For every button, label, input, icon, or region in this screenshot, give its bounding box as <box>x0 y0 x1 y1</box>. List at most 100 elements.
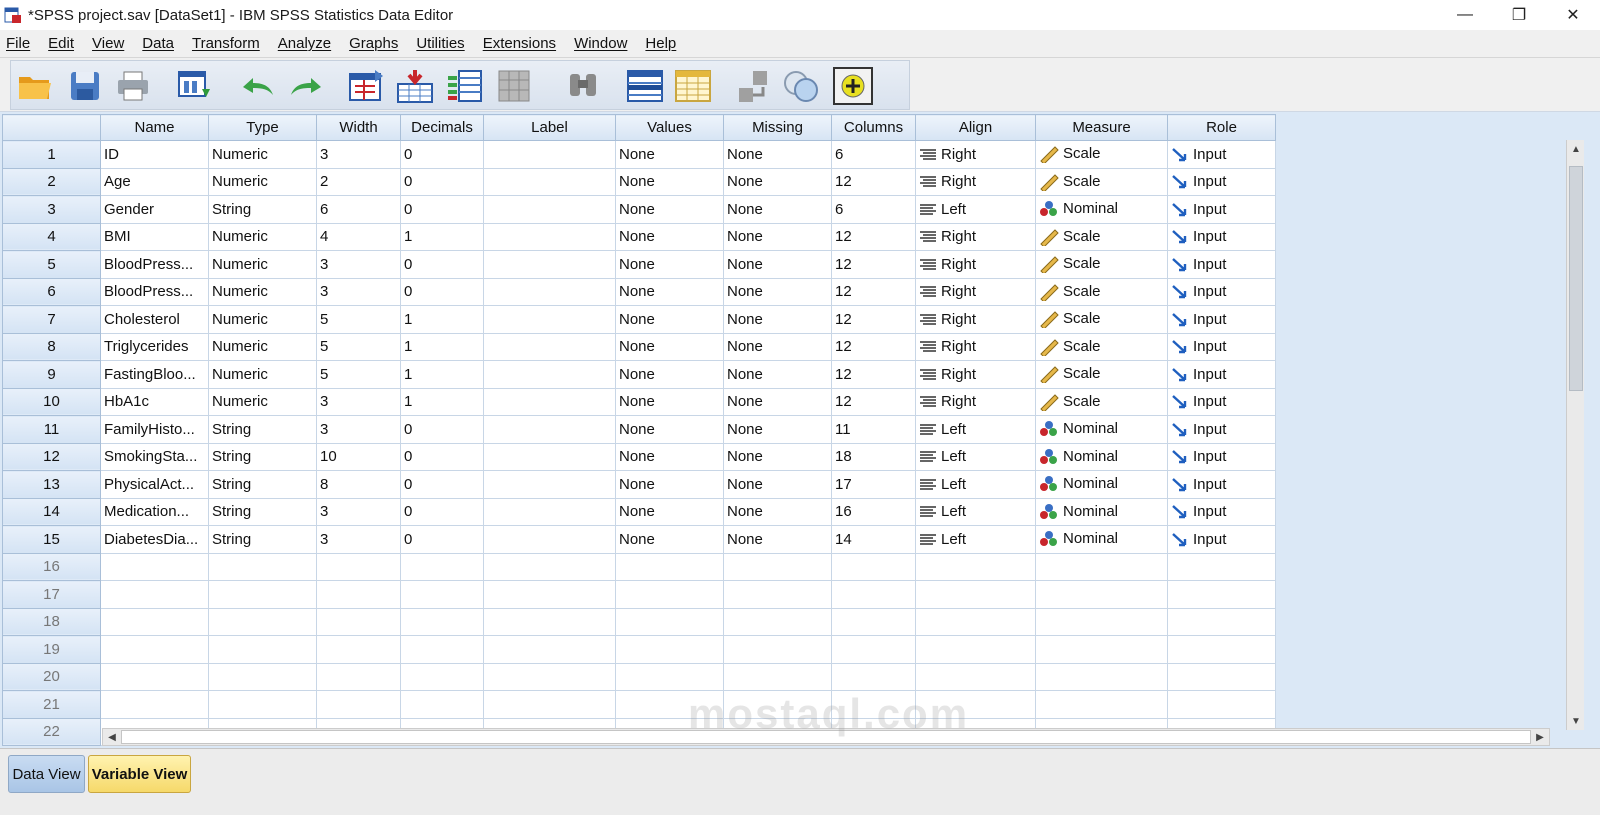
cell-name[interactable] <box>100 607 209 636</box>
cell-role[interactable] <box>1167 552 1276 581</box>
cell-align[interactable]: Right <box>915 360 1036 389</box>
cell-name[interactable] <box>100 580 209 609</box>
cell-decimals[interactable]: 1 <box>400 222 484 251</box>
cell-width[interactable]: 3 <box>316 497 401 526</box>
cell-missing[interactable]: None <box>723 470 832 499</box>
cell-name[interactable] <box>100 635 209 664</box>
cell-label[interactable] <box>483 222 616 251</box>
menu-extensions[interactable]: Extensions <box>477 35 568 52</box>
cell-measure[interactable] <box>1035 607 1168 636</box>
cell-align[interactable]: Left <box>915 195 1036 224</box>
cell-decimals[interactable]: 1 <box>400 387 484 416</box>
cell-decimals[interactable]: 0 <box>400 415 484 444</box>
cell-missing[interactable]: None <box>723 360 832 389</box>
column-header-type[interactable]: Type <box>208 114 317 141</box>
cell-label[interactable] <box>483 525 616 554</box>
cell-values[interactable]: None <box>615 497 724 526</box>
cell-decimals[interactable]: 1 <box>400 305 484 334</box>
cell-missing[interactable]: None <box>723 250 832 279</box>
cell-width[interactable] <box>316 607 401 636</box>
cell-columns[interactable] <box>831 607 916 636</box>
cell-measure[interactable]: Scale <box>1035 250 1168 279</box>
cell-name[interactable]: BloodPress... <box>100 250 209 279</box>
cell-columns[interactable]: 12 <box>831 332 916 361</box>
cell-type[interactable]: String <box>208 415 317 444</box>
cell-align[interactable]: Left <box>915 442 1036 471</box>
cell-align[interactable]: Right <box>915 222 1036 251</box>
vertical-scrollbar[interactable]: ▲ ▼ <box>1566 140 1584 730</box>
cell-label[interactable] <box>483 167 616 196</box>
row-number[interactable]: 2 <box>2 167 101 196</box>
cell-role[interactable]: Input <box>1167 140 1276 169</box>
cell-width[interactable]: 6 <box>316 195 401 224</box>
column-header-measure[interactable]: Measure <box>1035 114 1168 141</box>
row-number[interactable]: 1 <box>2 140 101 169</box>
cell-values[interactable]: None <box>615 525 724 554</box>
tab-data-view[interactable]: Data View <box>8 755 85 793</box>
cell-align[interactable]: Left <box>915 525 1036 554</box>
cell-width[interactable]: 3 <box>316 525 401 554</box>
cell-align[interactable]: Left <box>915 470 1036 499</box>
cell-width[interactable]: 2 <box>316 167 401 196</box>
cell-role[interactable]: Input <box>1167 470 1276 499</box>
cell-measure[interactable]: Scale <box>1035 167 1168 196</box>
cell-columns[interactable]: 12 <box>831 250 916 279</box>
cell-width[interactable] <box>316 635 401 664</box>
row-number[interactable]: 14 <box>2 497 101 526</box>
cell-role[interactable]: Input <box>1167 195 1276 224</box>
cell-role[interactable]: Input <box>1167 332 1276 361</box>
row-number[interactable]: 15 <box>2 525 101 554</box>
menu-view[interactable]: View <box>86 35 136 52</box>
column-header-decimals[interactable]: Decimals <box>400 114 484 141</box>
cell-missing[interactable]: None <box>723 195 832 224</box>
cell-type[interactable]: Numeric <box>208 250 317 279</box>
cell-type[interactable]: Numeric <box>208 140 317 169</box>
cell-type[interactable] <box>208 635 317 664</box>
cell-name[interactable]: Cholesterol <box>100 305 209 334</box>
cell-role[interactable]: Input <box>1167 305 1276 334</box>
row-number[interactable]: 19 <box>2 635 101 664</box>
cell-role[interactable]: Input <box>1167 387 1276 416</box>
row-number[interactable]: 8 <box>2 332 101 361</box>
cell-columns[interactable]: 16 <box>831 497 916 526</box>
cell-type[interactable] <box>208 662 317 691</box>
use-sets-icon[interactable] <box>833 67 873 105</box>
cell-label[interactable] <box>483 635 616 664</box>
cell-width[interactable]: 3 <box>316 387 401 416</box>
cell-measure[interactable]: Nominal <box>1035 497 1168 526</box>
cell-columns[interactable]: 12 <box>831 277 916 306</box>
cell-name[interactable]: Triglycerides <box>100 332 209 361</box>
menu-analyze[interactable]: Analyze <box>272 35 343 52</box>
cell-decimals[interactable]: 0 <box>400 167 484 196</box>
cell-missing[interactable]: None <box>723 442 832 471</box>
cell-values[interactable] <box>615 635 724 664</box>
cell-role[interactable]: Input <box>1167 442 1276 471</box>
cell-align[interactable]: Right <box>915 305 1036 334</box>
cell-missing[interactable]: None <box>723 167 832 196</box>
cell-role[interactable] <box>1167 635 1276 664</box>
cell-align[interactable]: Right <box>915 387 1036 416</box>
cell-missing[interactable]: None <box>723 277 832 306</box>
split-file-icon[interactable] <box>735 67 775 105</box>
cell-decimals[interactable]: 1 <box>400 360 484 389</box>
cell-columns[interactable]: 12 <box>831 222 916 251</box>
cell-decimals[interactable]: 0 <box>400 470 484 499</box>
cell-missing[interactable]: None <box>723 332 832 361</box>
cell-values[interactable]: None <box>615 195 724 224</box>
cell-type[interactable] <box>208 607 317 636</box>
cell-name[interactable]: BloodPress... <box>100 277 209 306</box>
cell-width[interactable] <box>316 580 401 609</box>
vertical-scroll-thumb[interactable] <box>1569 166 1583 391</box>
minimize-button[interactable]: — <box>1438 0 1492 30</box>
cell-measure[interactable] <box>1035 580 1168 609</box>
cell-decimals[interactable] <box>400 607 484 636</box>
cell-type[interactable] <box>208 690 317 719</box>
cell-width[interactable]: 3 <box>316 415 401 444</box>
cell-measure[interactable]: Nominal <box>1035 525 1168 554</box>
cell-values[interactable]: None <box>615 277 724 306</box>
row-number[interactable]: 5 <box>2 250 101 279</box>
cell-measure[interactable]: Scale <box>1035 387 1168 416</box>
cell-width[interactable] <box>316 690 401 719</box>
cell-values[interactable] <box>615 580 724 609</box>
cell-align[interactable] <box>915 635 1036 664</box>
